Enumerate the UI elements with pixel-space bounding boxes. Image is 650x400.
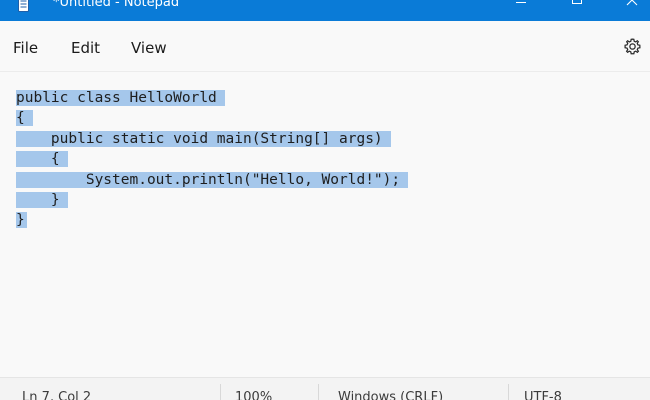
window-title: *Untitled - Notepad bbox=[53, 0, 180, 10]
code-line: System.out.println("Hello, World!"); bbox=[16, 170, 409, 190]
cursor-position: Ln 7, Col 2 bbox=[22, 390, 92, 400]
status-divider bbox=[508, 384, 509, 400]
close-icon[interactable] bbox=[624, 0, 640, 11]
selected-text: { bbox=[16, 151, 68, 168]
menu-file[interactable]: File bbox=[13, 38, 38, 58]
selected-text: public static void main(String[] args) bbox=[16, 130, 391, 147]
title-bar[interactable]: *Untitled - Notepad bbox=[0, 0, 650, 21]
text-editor[interactable]: public class HelloWorld { public static … bbox=[0, 71, 650, 378]
status-divider bbox=[318, 384, 319, 400]
menu-view[interactable]: View bbox=[131, 38, 167, 58]
gear-icon[interactable] bbox=[623, 37, 642, 56]
selected-text: } bbox=[16, 191, 68, 208]
selected-text: public class HelloWorld bbox=[16, 90, 225, 106]
code-line: } bbox=[16, 190, 408, 210]
notepad-window: *Untitled - Notepad File Edit View publi… bbox=[0, 0, 650, 400]
minimize-icon[interactable] bbox=[513, 0, 529, 11]
line-ending[interactable]: Windows (CRLF) bbox=[338, 390, 443, 400]
document-text[interactable]: public class HelloWorld { public static … bbox=[16, 88, 409, 231]
menu-edit[interactable]: Edit bbox=[71, 38, 100, 58]
status-divider bbox=[220, 384, 221, 400]
selected-text: { bbox=[16, 110, 33, 127]
code-line: } bbox=[16, 210, 408, 230]
zoom-level[interactable]: 100% bbox=[235, 390, 272, 400]
code-line: public class HelloWorld bbox=[16, 88, 408, 108]
code-line: { bbox=[16, 149, 408, 169]
code-line: { bbox=[16, 108, 408, 128]
selected-text: } bbox=[16, 212, 27, 229]
maximize-icon[interactable] bbox=[569, 0, 585, 11]
code-line: public static void main(String[] args) bbox=[16, 129, 408, 149]
notepad-icon bbox=[18, 0, 29, 12]
encoding[interactable]: UTF-8 bbox=[524, 390, 562, 400]
selected-text: System.out.println("Hello, World!"); bbox=[16, 171, 409, 188]
status-bar: Ln 7, Col 2 100% Windows (CRLF) UTF-8 bbox=[0, 377, 650, 400]
menu-bar: File Edit View bbox=[0, 21, 650, 71]
